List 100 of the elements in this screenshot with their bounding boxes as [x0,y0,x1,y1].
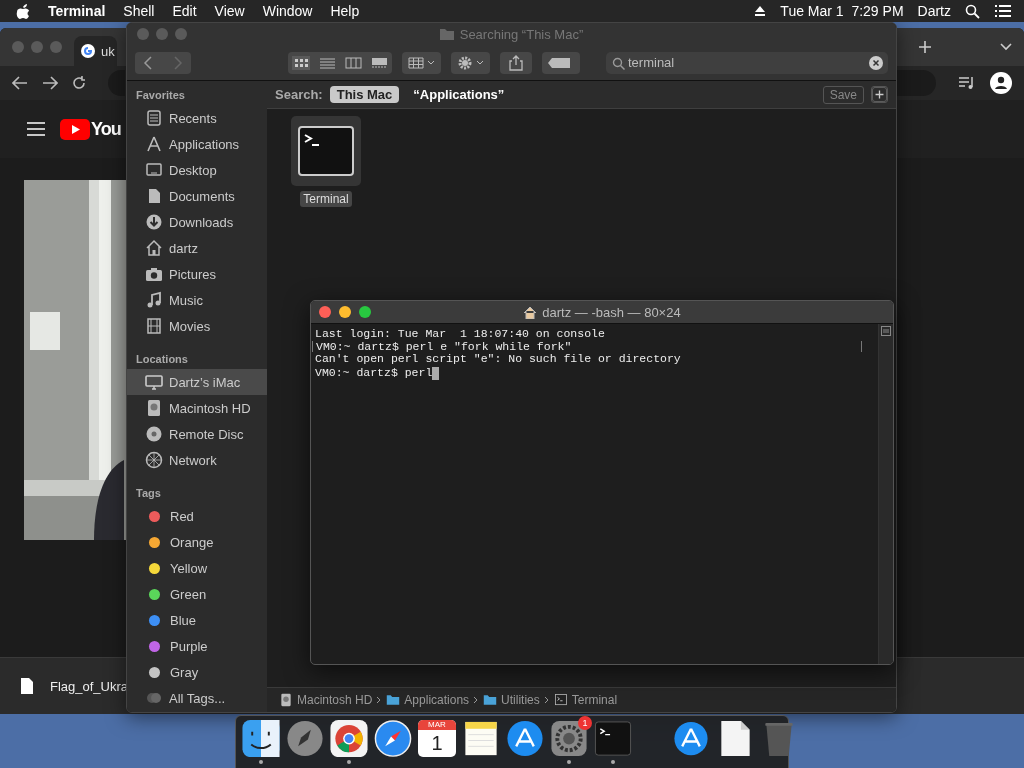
chevron-down-icon [476,59,484,66]
stack-icon [145,109,163,127]
section-heading: Tags [135,486,162,501]
sidebar-item[interactable]: dartz [127,235,267,261]
terminal-line: Can't open perl script "e": No such file or directory [315,352,681,366]
menu-item[interactable]: Edit [172,3,197,19]
menu-item[interactable]: View [214,3,245,19]
disc-icon [145,425,163,443]
section-heading: Favorites [135,88,186,103]
scope-button[interactable]: This Mac [329,86,400,103]
scope-button[interactable]: “Applications” [406,86,512,103]
menu-clock[interactable]: Tue Mar 1 7:29 PM [780,3,904,19]
gear-icon[interactable] [550,720,588,758]
play-logo-icon[interactable] [60,118,90,140]
save-button[interactable]: Save [822,85,864,104]
finder-face-icon[interactable] [242,720,280,758]
running-indicator [259,760,263,764]
film-icon [145,317,163,335]
search-icon[interactable] [965,3,980,19]
sidebar-item[interactable]: Documents [127,183,267,209]
notification-badge: 1 [578,716,592,730]
menu-icon[interactable] [26,122,46,136]
reload-icon[interactable] [72,76,86,90]
sidebar-item[interactable]: Downloads [127,209,267,235]
search-field[interactable]: terminal [606,51,888,74]
eject-icon[interactable] [754,5,767,17]
menu-item[interactable]: Window [262,3,313,19]
sidebar-item[interactable]: All Tags... [127,685,267,711]
zoom-button[interactable] [359,306,371,318]
terminal-line: VM0:~ dartz$ perl e "fork while fork" [316,339,572,354]
app-store-icon[interactable] [506,720,544,758]
sidebar-item[interactable]: Recents [127,105,267,131]
back-icon[interactable] [12,76,28,90]
file-label[interactable]: Terminal [300,191,352,207]
sidebar-item[interactable]: Yellow [127,555,267,581]
applications-icon [145,135,163,153]
download-name[interactable]: Flag_of_Ukra [50,678,129,694]
terminal-icon [298,126,354,176]
path-item[interactable]: Terminal [553,693,618,707]
chevron-down-icon[interactable] [1000,43,1012,51]
running-indicator [611,760,615,764]
sidebar-item[interactable]: Blue [127,607,267,633]
sidebar-item[interactable]: Green [127,581,267,607]
chrome-icon[interactable] [330,720,368,758]
path-item[interactable]: Macintosh HD [279,693,373,707]
new-tab-icon[interactable] [918,40,932,54]
menu-item[interactable]: Shell [123,3,155,19]
minimize-button[interactable] [339,306,351,318]
list-icon[interactable] [994,4,1012,18]
sidebar-item[interactable]: Network [127,447,267,473]
sidebar-item[interactable]: Orange [127,529,267,555]
sidebar-item[interactable]: Pictures [127,261,267,287]
browser-tab[interactable]: uk [74,36,117,66]
logo-text[interactable]: You [91,118,121,140]
disk-drive-icon [279,693,293,707]
compass-icon[interactable] [374,720,412,758]
menu-item[interactable]: Help [330,3,360,19]
action-button[interactable] [451,51,490,74]
notepad-icon[interactable] [462,720,500,758]
close-button[interactable] [319,306,331,318]
folder-icon [483,693,498,707]
apple-icon[interactable] [16,3,30,19]
tag-button[interactable] [542,51,580,74]
user-menu[interactable]: Dartz [917,3,951,19]
app-menu[interactable]: Terminal [48,3,106,19]
calendar-icon[interactable]: MAR 1 [418,720,456,758]
clear-icon[interactable] [869,55,883,70]
add-icon[interactable] [871,86,888,103]
sidebar-item[interactable]: Macintosh HD [127,395,267,421]
google-icon [80,43,96,59]
path-item[interactable]: Utilities [483,693,540,707]
sidebar-item[interactable]: Remote Disc [127,421,267,447]
computer-icon [145,373,163,391]
music-note-icon [145,291,163,309]
view-switcher[interactable] [288,51,392,74]
app-store-icon[interactable] [672,720,710,758]
share-icon [506,54,526,71]
sidebar-item[interactable]: Purple [127,633,267,659]
search-label: Search: [275,87,323,102]
running-indicator [347,760,351,764]
running-indicator [567,760,571,764]
queue-icon[interactable] [958,76,976,90]
sidebar-item[interactable]: Applications [127,131,267,157]
path-item[interactable]: Applications [386,693,470,707]
sidebar-item[interactable]: Music [127,287,267,313]
sidebar-item[interactable]: Red [127,503,267,529]
forward-icon[interactable] [42,76,58,90]
profile-icon[interactable] [990,72,1012,94]
house-icon [523,305,538,319]
group-button[interactable] [402,51,441,74]
sidebar-item[interactable]: Gray [127,659,267,685]
chevron-right-icon [473,696,480,704]
share-button[interactable] [500,51,532,74]
sidebar-item[interactable]: Desktop [127,157,267,183]
split-pane-icon[interactable] [881,326,891,336]
disk-drive-icon [145,399,163,417]
calendar-month: MAR [418,720,456,730]
app-icon-tile[interactable] [291,116,361,186]
sidebar-item[interactable]: Movies [127,313,267,339]
sidebar-item[interactable]: Dartz’s iMac [127,369,267,395]
